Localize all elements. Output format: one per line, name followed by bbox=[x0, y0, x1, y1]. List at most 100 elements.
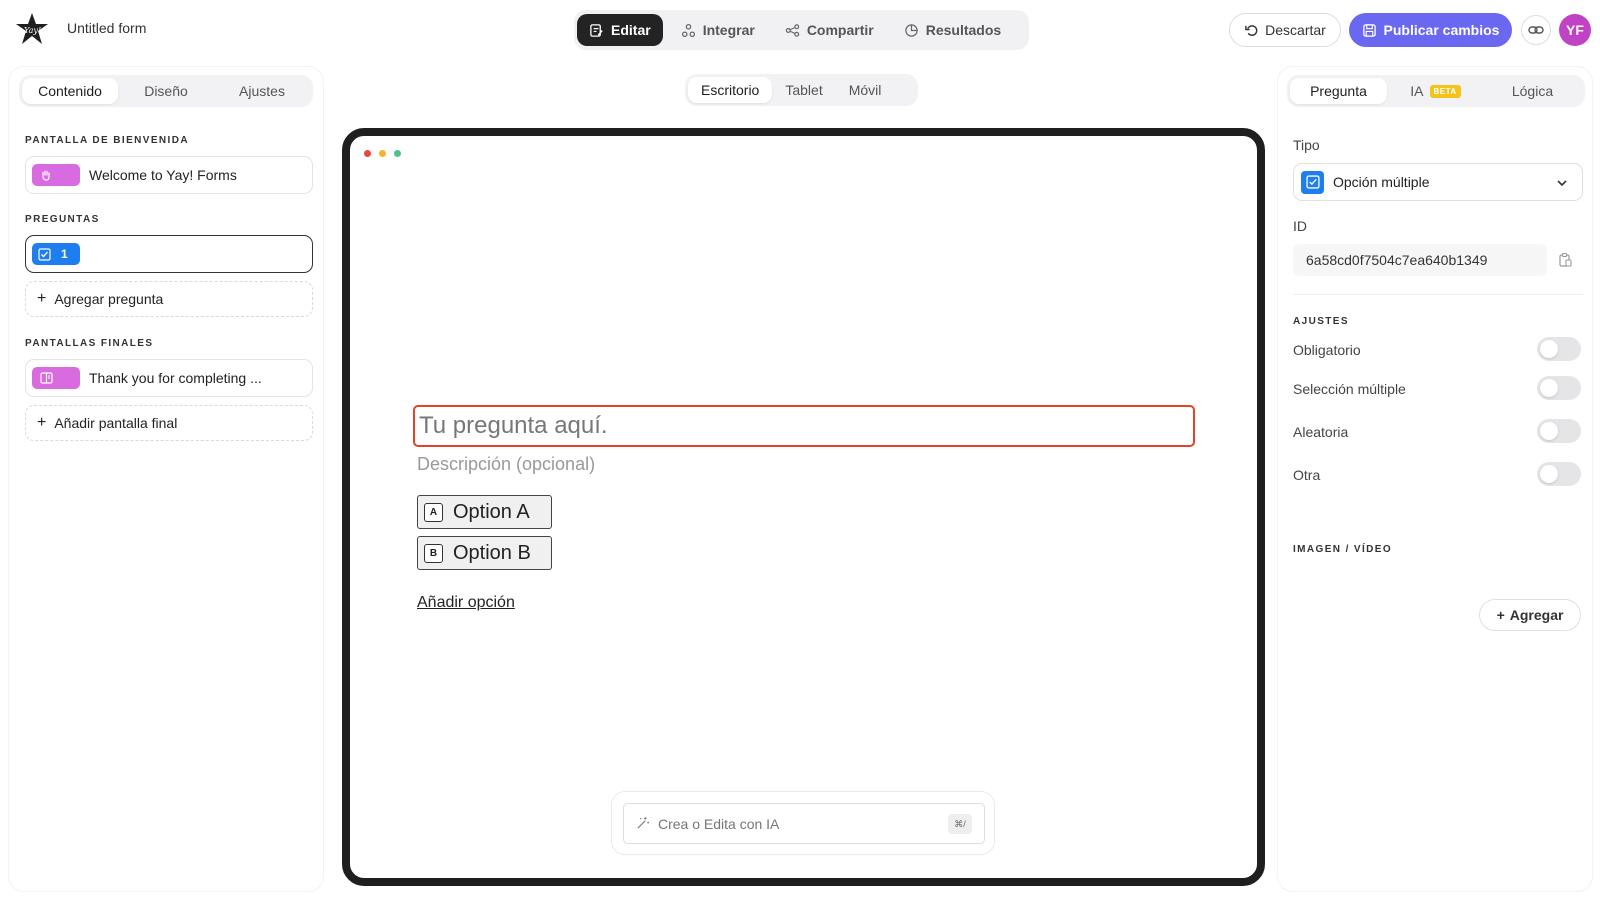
device-desktop[interactable]: Escritorio bbox=[688, 77, 773, 103]
questions-section-label: PREGUNTAS bbox=[25, 214, 100, 225]
question-id-field[interactable]: 6a58cd0f7504c7ea640b1349 bbox=[1293, 244, 1547, 276]
checkbox-icon bbox=[38, 247, 51, 261]
left-panel-tabs: Contenido Diseño Ajustes bbox=[19, 75, 313, 107]
question-item-1[interactable]: 1 bbox=[25, 235, 313, 273]
multiple-selection-label: Selección múltiple bbox=[1293, 381, 1406, 397]
endings-section-label: PANTALLAS FINALES bbox=[25, 338, 154, 349]
properties-panel: Pregunta IA BETA Lógica Tipo Opción múlt… bbox=[1277, 66, 1593, 892]
green-dot bbox=[394, 150, 401, 157]
device-switcher: Escritorio Tablet Móvil bbox=[685, 74, 918, 106]
tab-resultados[interactable]: Resultados bbox=[892, 14, 1013, 46]
ending-screen-icon bbox=[32, 367, 80, 389]
device-tablet[interactable]: Tablet bbox=[772, 77, 835, 103]
device-mobile[interactable]: Móvil bbox=[836, 77, 895, 103]
option-key: A bbox=[424, 502, 443, 522]
randomize-label: Aleatoria bbox=[1293, 424, 1349, 440]
hand-icon bbox=[32, 164, 80, 186]
type-value: Opción múltiple bbox=[1333, 174, 1430, 190]
question-number: 1 bbox=[61, 247, 68, 261]
beta-badge: BETA bbox=[1429, 84, 1461, 98]
results-icon bbox=[904, 23, 918, 37]
right-panel-tabs: Pregunta IA BETA Lógica bbox=[1287, 75, 1585, 107]
tab-integrar[interactable]: Integrar bbox=[669, 14, 767, 46]
yellow-dot bbox=[379, 150, 386, 157]
undo-icon bbox=[1245, 24, 1258, 36]
copy-link-button[interactable] bbox=[1521, 15, 1551, 45]
publish-label: Publicar cambios bbox=[1383, 22, 1500, 38]
link-icon bbox=[1528, 26, 1544, 34]
type-label: Tipo bbox=[1293, 137, 1320, 153]
tab-compartir-label: Compartir bbox=[806, 22, 874, 38]
tab-ia-label: IA bbox=[1410, 83, 1424, 99]
welcome-item-label: Welcome to Yay! Forms bbox=[89, 167, 237, 183]
media-section-label: IMAGEN / VÍDEO bbox=[1293, 544, 1393, 555]
description-input[interactable]: Descripción (opcional) bbox=[417, 454, 595, 475]
shortcut-hint: ⌘/ bbox=[948, 814, 972, 834]
add-ending-label: Añadir pantalla final bbox=[54, 415, 178, 431]
ending-item-label: Thank you for completing ... bbox=[89, 370, 262, 386]
add-question-label: Agregar pregunta bbox=[54, 291, 164, 307]
clipboard-icon[interactable] bbox=[1557, 252, 1573, 268]
plus-icon: + bbox=[37, 290, 47, 307]
ai-placeholder: Crea o Edita con IA bbox=[658, 815, 780, 832]
yay-forms-logo[interactable]: Yay! bbox=[14, 12, 50, 46]
tab-ajustes[interactable]: Ajustes bbox=[214, 78, 310, 104]
checkbox-icon bbox=[1301, 170, 1324, 194]
question-badge: 1 bbox=[32, 243, 80, 265]
settings-section-label: AJUSTES bbox=[1293, 316, 1349, 327]
publish-button[interactable]: Publicar cambios bbox=[1349, 13, 1512, 47]
multiple-selection-toggle[interactable] bbox=[1537, 376, 1581, 400]
tab-resultados-label: Resultados bbox=[925, 22, 1002, 38]
integrate-icon bbox=[681, 23, 695, 37]
magic-wand-icon bbox=[637, 816, 650, 829]
divider bbox=[1293, 294, 1583, 295]
option-b[interactable]: B Option B bbox=[417, 536, 552, 570]
option-label: Option A bbox=[453, 500, 530, 523]
welcome-screen-item[interactable]: Welcome to Yay! Forms bbox=[25, 156, 313, 194]
tab-logica[interactable]: Lógica bbox=[1484, 78, 1581, 104]
add-media-button[interactable]: + Agregar bbox=[1479, 599, 1581, 631]
discard-button[interactable]: Descartar bbox=[1229, 13, 1341, 47]
tab-editar[interactable]: Editar bbox=[577, 14, 663, 46]
edit-icon bbox=[590, 23, 603, 37]
tab-diseno[interactable]: Diseño bbox=[118, 78, 214, 104]
share-icon bbox=[785, 23, 800, 37]
add-question-button[interactable]: + Agregar pregunta bbox=[25, 281, 313, 317]
option-key: B bbox=[424, 543, 443, 563]
question-type-select[interactable]: Opción múltiple bbox=[1293, 163, 1583, 201]
tab-integrar-label: Integrar bbox=[702, 22, 755, 38]
required-toggle[interactable] bbox=[1537, 337, 1581, 361]
tab-compartir[interactable]: Compartir bbox=[773, 14, 886, 46]
tab-editar-label: Editar bbox=[611, 22, 651, 38]
chevron-down-icon bbox=[1557, 180, 1567, 187]
ending-screen-item[interactable]: Thank you for completing ... bbox=[25, 359, 313, 397]
tab-pregunta[interactable]: Pregunta bbox=[1290, 78, 1387, 104]
id-label: ID bbox=[1293, 218, 1307, 234]
add-option-link[interactable]: Añadir opción bbox=[417, 594, 515, 612]
mode-tabs: Editar Integrar Compartir Resultados bbox=[574, 10, 1029, 50]
top-bar: Yay! Untitled form Editar Integrar Compa… bbox=[0, 0, 1600, 60]
add-ending-button[interactable]: + Añadir pantalla final bbox=[25, 405, 313, 441]
other-option-toggle[interactable] bbox=[1537, 462, 1581, 486]
discard-label: Descartar bbox=[1265, 22, 1326, 38]
question-title-input[interactable]: Tu pregunta aquí. bbox=[413, 405, 1195, 447]
user-avatar[interactable]: YF bbox=[1559, 14, 1591, 46]
content-panel: Contenido Diseño Ajustes PANTALLA DE BIE… bbox=[8, 66, 324, 892]
option-label: Option B bbox=[453, 541, 531, 564]
tab-contenido[interactable]: Contenido bbox=[22, 78, 118, 104]
red-dot bbox=[364, 150, 371, 157]
other-option-label: Otra bbox=[1293, 467, 1321, 483]
randomize-toggle[interactable] bbox=[1537, 419, 1581, 443]
option-a[interactable]: A Option A bbox=[417, 495, 552, 529]
welcome-section-label: PANTALLA DE BIENVENIDA bbox=[25, 135, 189, 146]
plus-icon: + bbox=[1496, 607, 1505, 623]
ai-prompt-input[interactable]: Crea o Edita con IA ⌘/ bbox=[623, 803, 985, 844]
ai-assistant-bar: Crea o Edita con IA ⌘/ bbox=[611, 791, 995, 855]
required-label: Obligatorio bbox=[1293, 342, 1361, 358]
save-icon bbox=[1362, 23, 1376, 37]
tab-ia[interactable]: IA BETA bbox=[1387, 78, 1484, 104]
add-media-label: Agregar bbox=[1509, 607, 1564, 623]
window-dots bbox=[364, 150, 401, 157]
form-title[interactable]: Untitled form bbox=[67, 20, 146, 36]
preview-frame: Tu pregunta aquí. Descripción (opcional)… bbox=[342, 128, 1265, 886]
